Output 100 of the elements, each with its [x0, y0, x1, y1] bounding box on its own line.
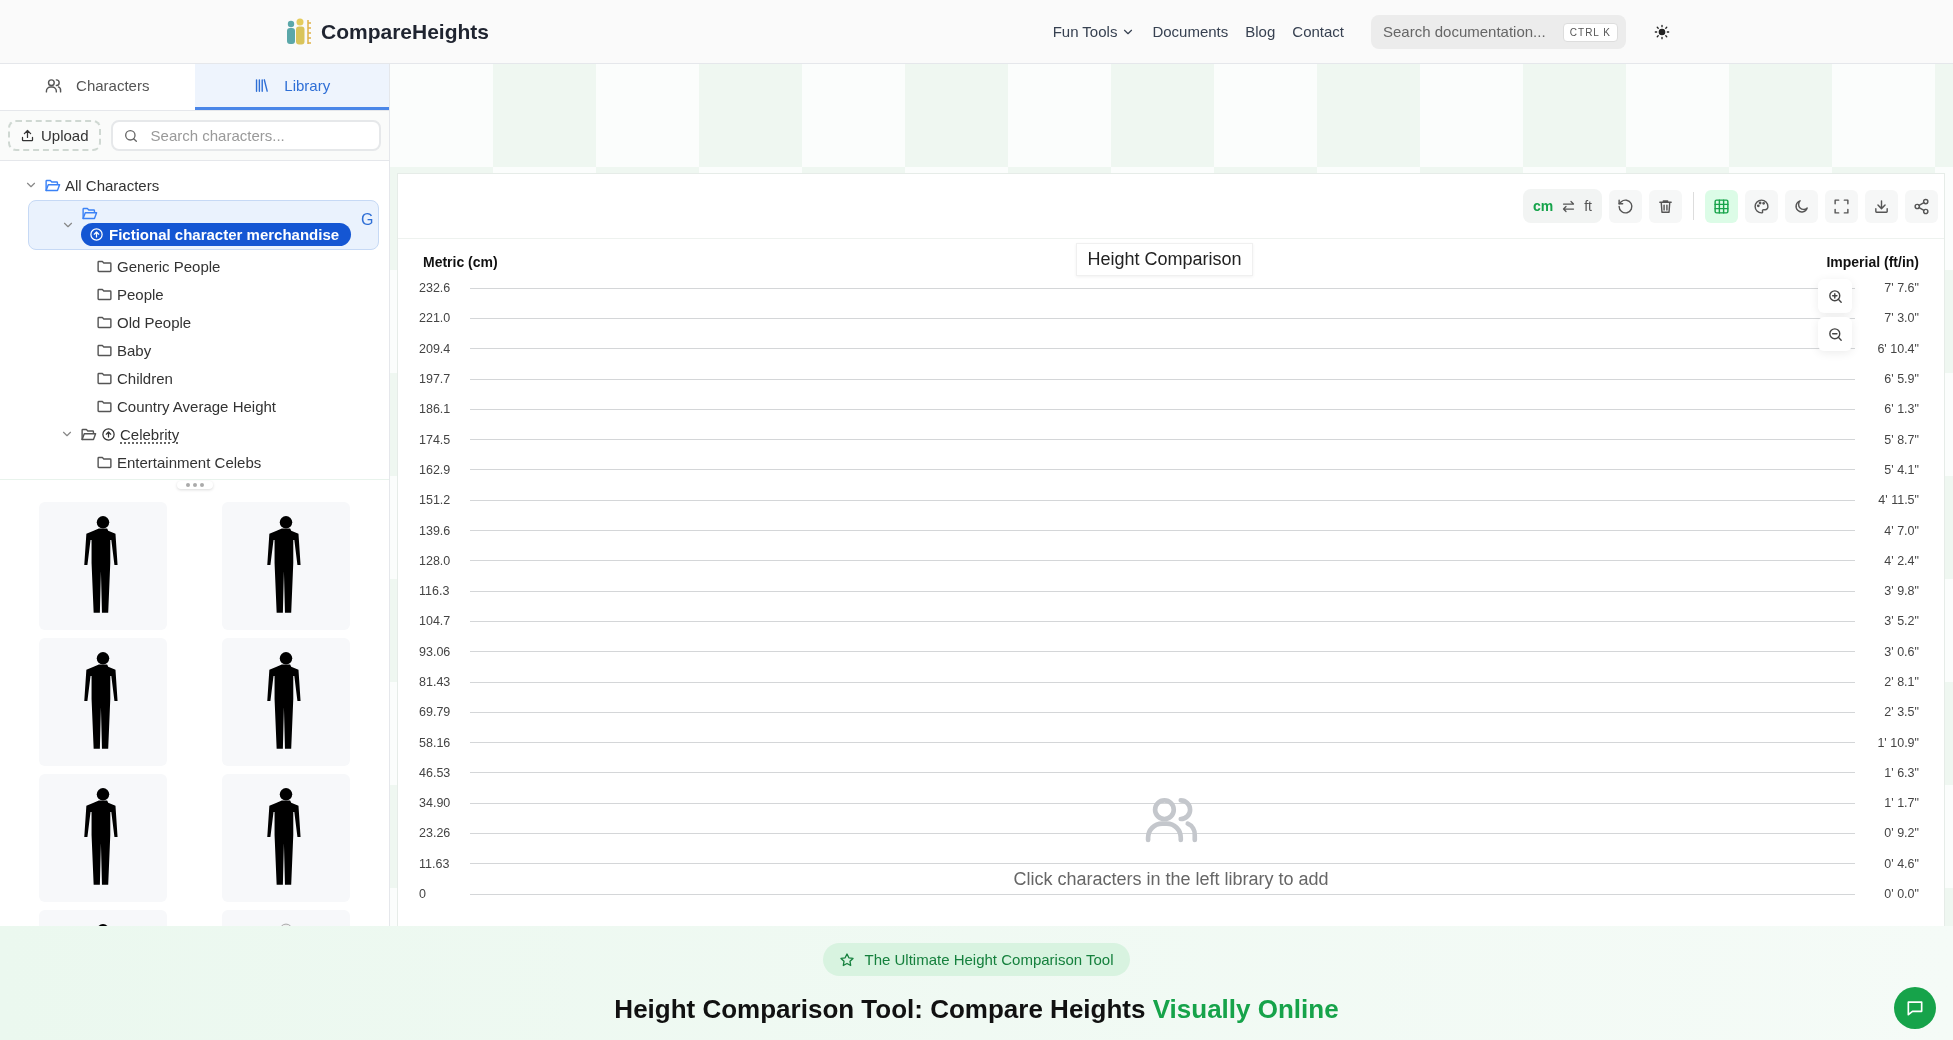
axis-tick-label: 0' 9.2" — [1883, 826, 1919, 841]
grid-icon — [1713, 197, 1730, 215]
books-icon — [253, 77, 271, 94]
tree-item[interactable]: Celebrity — [0, 420, 389, 448]
tree-item[interactable]: Generic People — [0, 252, 389, 280]
axis-tick-label: 4' 11.5" — [1877, 493, 1919, 508]
axis-tick-label: 2' 3.5" — [1883, 705, 1919, 720]
tagline-badge: The Ultimate Height Comparison Tool — [823, 943, 1130, 976]
axis-tick-label: 221.0 — [418, 311, 452, 326]
people-icon — [45, 77, 63, 94]
character-card[interactable] — [39, 774, 167, 902]
star-icon — [839, 951, 856, 968]
axis-tick-label: 5' 4.1" — [1883, 462, 1919, 477]
palette-icon — [1753, 197, 1770, 215]
axis-tick-label: 116.3 — [418, 584, 451, 599]
axis-tick-label: 139.6 — [418, 523, 452, 538]
axis-title: Imperial (ft/in) — [1825, 254, 1919, 272]
tree-item[interactable]: People — [0, 280, 389, 308]
tree-item[interactable]: Children — [0, 364, 389, 392]
axis-tick-label: 7' 3.0" — [1883, 311, 1919, 326]
delete-button[interactable] — [1649, 189, 1682, 223]
trash-icon — [1657, 197, 1674, 215]
axis-tick-label: 69.79 — [418, 705, 452, 720]
axis-tick-label: 6' 1.3" — [1883, 402, 1919, 417]
theme-toggle-sun-icon[interactable] — [1654, 23, 1670, 40]
empty-state-message: Click characters in the left library to add — [1013, 869, 1329, 890]
axis-tick-label: 104.7 — [418, 614, 452, 629]
axis-tick-label: 93.06 — [418, 644, 452, 659]
axis-tick-label: 46.53 — [418, 765, 452, 780]
zoom-in-button[interactable] — [1818, 279, 1852, 313]
palette-button[interactable] — [1745, 189, 1778, 223]
page-heading: Height Comparison Tool: Compare Heights Visually Online — [614, 994, 1339, 1025]
axis-tick-label: 232.6 — [418, 281, 452, 296]
share-icon — [1913, 197, 1930, 215]
tree-item[interactable]: Baby — [0, 336, 389, 364]
tree-item[interactable]: All Characters — [0, 171, 389, 199]
character-card[interactable] — [39, 502, 167, 630]
share-button[interactable] — [1905, 189, 1938, 223]
axis-tick-label: 5' 8.7" — [1883, 432, 1919, 447]
axis-tick-label: 0 — [418, 887, 427, 902]
axis-tick-label: 0' 4.6" — [1883, 856, 1919, 871]
reset-button[interactable] — [1609, 189, 1642, 223]
tree-item[interactable]: Entertainment Celebs — [0, 448, 389, 476]
axis-tick-label: 7' 7.6" — [1883, 281, 1919, 296]
axis-tick-label: 174.5 — [418, 432, 452, 447]
unit-toggle[interactable]: cm ft — [1523, 189, 1602, 223]
grid-toggle-button[interactable] — [1705, 189, 1738, 223]
chat-icon — [1905, 998, 1925, 1018]
character-card[interactable] — [222, 638, 350, 766]
axis-tick-label: 1' 1.7" — [1883, 796, 1919, 811]
moon-icon — [1793, 197, 1810, 215]
swap-icon — [1561, 198, 1577, 214]
axis-tick-label: 3' 5.2" — [1883, 614, 1919, 629]
upload-icon — [20, 128, 35, 143]
chart-title: Height Comparison — [1076, 243, 1253, 276]
nav-link[interactable]: Contact — [1292, 23, 1344, 40]
axis-tick-label: 1' 6.3" — [1883, 765, 1919, 780]
axis-tick-label: 6' 10.4" — [1876, 341, 1919, 356]
axis-tick-label: 4' 7.0" — [1883, 523, 1919, 538]
item-tag: G — [361, 211, 374, 229]
tree-item[interactable]: Country Average Height — [0, 392, 389, 420]
fullscreen-button[interactable] — [1825, 189, 1858, 223]
search-icon — [122, 128, 139, 144]
character-card[interactable] — [222, 774, 350, 902]
axis-tick-label: 3' 9.8" — [1883, 584, 1919, 599]
reset-icon — [1617, 197, 1634, 215]
axis-tick-label: 128.0 — [418, 553, 452, 568]
axis-tick-label: 186.1 — [418, 402, 452, 417]
axis-tick-label: 197.7 — [418, 372, 452, 387]
download-button[interactable] — [1865, 189, 1898, 223]
axis-tick-label: 81.43 — [418, 675, 452, 689]
axis-tick-label: 0' 0.0" — [1883, 887, 1919, 902]
character-card[interactable] — [222, 502, 350, 630]
axis-tick-label: 4' 2.4" — [1883, 553, 1919, 568]
zoom-out-button[interactable] — [1818, 317, 1852, 351]
zoom-out-icon — [1826, 325, 1844, 343]
axis-title: Metric (cm) — [422, 254, 499, 272]
search-field[interactable]: Search characters... — [110, 120, 381, 151]
fullscreen-icon — [1833, 197, 1850, 215]
resize-handle[interactable] — [176, 481, 213, 489]
character-card[interactable] — [39, 638, 167, 766]
tab[interactable]: Library — [194, 64, 389, 110]
download-icon — [1873, 197, 1890, 215]
axis-tick-label: 162.9 — [418, 462, 452, 477]
axis-tick-label: 23.26 — [418, 826, 452, 841]
tree-item[interactable]: Old People — [0, 308, 389, 336]
dark-mode-button[interactable] — [1785, 189, 1818, 223]
tree-item[interactable]: Fictional character merchandise G — [28, 200, 379, 250]
nav-link[interactable]: Documents — [1152, 23, 1229, 40]
axis-tick-label: 3' 0.6" — [1883, 644, 1919, 659]
axis-tick-label: 151.2 — [418, 493, 452, 508]
axis-tick-label: 11.63 — [418, 856, 451, 871]
brand-name: CompareHeights — [321, 19, 490, 44]
axis-tick-label: 2' 8.1" — [1883, 675, 1919, 689]
axis-tick-label: 34.90 — [418, 796, 452, 811]
nav-dropdown[interactable]: Fun Tools — [1052, 23, 1136, 40]
axis-tick-label: 58.16 — [418, 735, 452, 750]
upload-button[interactable]: Upload — [8, 120, 101, 151]
nav-link[interactable]: Blog — [1245, 23, 1276, 40]
axis-tick-label: 1' 10.9" — [1876, 735, 1919, 750]
